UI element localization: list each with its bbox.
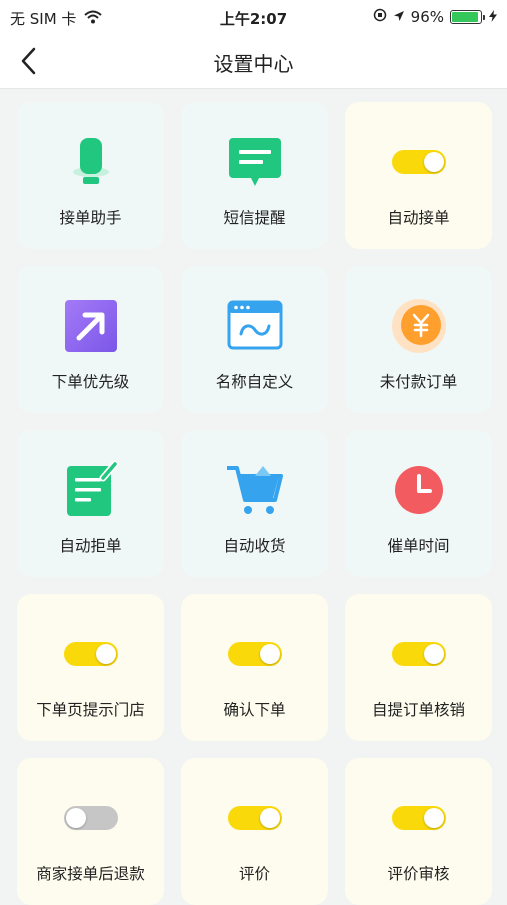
- card-label: 名称自定义: [215, 373, 294, 391]
- charging-icon: [489, 8, 497, 26]
- review-audit-toggle[interactable]: [391, 806, 446, 830]
- status-right: 96%: [373, 8, 497, 26]
- card-sms-reminder[interactable]: 短信提醒: [181, 102, 328, 249]
- page-title: 设置中心: [213, 52, 294, 76]
- card-label: 确认下单: [223, 701, 286, 719]
- settings-grid: 接单助手 短信提醒 自动接单 下单优先级 名称自定义 未付款订单 自动拒单 自动…: [17, 102, 493, 905]
- location-icon: [393, 8, 405, 26]
- reject-document-icon: [66, 460, 118, 516]
- card-reminder-time[interactable]: 催单时间: [345, 430, 492, 577]
- card-custom-name[interactable]: 名称自定义: [181, 266, 328, 413]
- battery-icon: [450, 10, 482, 24]
- card-label: 评价: [238, 865, 270, 883]
- status-bar: 无 SIM 卡 上午2:07 96%: [0, 0, 507, 34]
- order-page-store-tip-toggle[interactable]: [63, 642, 118, 666]
- orientation-lock-icon: [373, 8, 387, 26]
- battery-cap: [483, 14, 485, 20]
- card-auto-reject[interactable]: 自动拒单: [17, 430, 164, 577]
- card-review-audit[interactable]: 评价审核: [345, 758, 492, 905]
- microphone-icon: [72, 138, 109, 184]
- priority-arrow-icon: [64, 300, 117, 352]
- card-review[interactable]: 评价: [181, 758, 328, 905]
- card-label: 接单助手: [59, 209, 122, 227]
- card-order-page-store-tip[interactable]: 下单页提示门店: [17, 594, 164, 741]
- pickup-verification-toggle[interactable]: [391, 642, 446, 666]
- auto-accept-toggle[interactable]: [391, 150, 446, 174]
- card-unpaid-orders[interactable]: 未付款订单: [345, 266, 492, 413]
- card-label: 评价审核: [387, 865, 450, 883]
- card-label: 下单页提示门店: [36, 701, 145, 719]
- card-refund-after-accept[interactable]: 商家接单后退款: [17, 758, 164, 905]
- card-label: 未付款订单: [379, 373, 458, 391]
- card-order-assistant[interactable]: 接单助手: [17, 102, 164, 249]
- shopping-cart-icon: [226, 466, 283, 514]
- card-confirm-order[interactable]: 确认下单: [181, 594, 328, 741]
- card-label: 自动拒单: [59, 537, 122, 555]
- card-order-priority[interactable]: 下单优先级: [17, 266, 164, 413]
- card-label: 下单优先级: [51, 373, 130, 391]
- card-label: 短信提醒: [223, 209, 286, 227]
- card-auto-receive[interactable]: 自动收货: [181, 430, 328, 577]
- nav-bar: 设置中心: [0, 34, 507, 89]
- card-label: 自动接单: [387, 209, 450, 227]
- yuan-coin-icon: [391, 299, 446, 353]
- refund-after-accept-toggle[interactable]: [63, 806, 118, 830]
- review-toggle[interactable]: [227, 806, 282, 830]
- card-auto-accept[interactable]: 自动接单: [345, 102, 492, 249]
- custom-name-icon: [227, 300, 282, 350]
- card-label: 催单时间: [387, 537, 450, 555]
- clock-icon: [394, 466, 443, 514]
- message-icon: [228, 138, 281, 186]
- card-label: 自动收货: [223, 537, 286, 555]
- card-label: 商家接单后退款: [36, 865, 145, 883]
- confirm-order-toggle[interactable]: [227, 642, 282, 666]
- card-pickup-verification[interactable]: 自提订单核销: [345, 594, 492, 741]
- battery-percent: 96%: [410, 8, 444, 26]
- card-label: 自提订单核销: [371, 701, 465, 719]
